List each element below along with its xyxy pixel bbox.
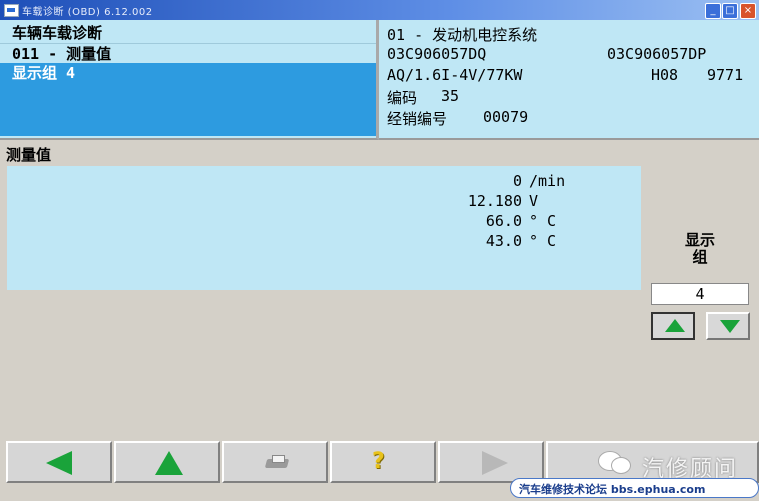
ecu-code-a: H08 — [651, 66, 679, 84]
value-rpm: 0 — [512, 172, 522, 190]
ecu-part-number-alt: 03C906057DP — [607, 45, 707, 63]
up-level-button[interactable] — [114, 441, 220, 483]
window-title: 车载诊断 (OBD) 6.12.002 — [22, 7, 153, 18]
unit-temp-1: ° C — [529, 212, 557, 230]
display-group-label-line1: 显示 — [684, 231, 715, 249]
dealer-label: 经销编号 — [387, 110, 448, 128]
coding-value: 35 — [441, 87, 460, 105]
section-title: 测量值 — [6, 146, 52, 164]
forum-watermark-text: 汽车维修技术论坛 bbs.ephua.com — [519, 483, 706, 496]
measured-values-panel: 0 /min 12.180 V 66.0 ° C 43.0 ° C — [7, 166, 641, 290]
nav-item-display-group[interactable]: 显示组 4 — [0, 63, 376, 136]
forward-button[interactable] — [438, 441, 544, 483]
unit-rpm: /min — [529, 172, 566, 190]
unit-voltage: V — [529, 192, 539, 210]
dealer-value: 00079 — [483, 108, 529, 126]
display-group-label-line2: 组 — [692, 248, 708, 266]
nav-item-measured-values[interactable]: 011 - 测量值 — [0, 43, 376, 63]
ecu-part-number: 03C906057DQ — [387, 45, 487, 63]
maximize-icon[interactable]: □ — [722, 3, 738, 19]
app-window: 车载诊断 (OBD) 6.12.002 _ □ × 车辆车载诊断 011 - 测… — [0, 0, 759, 501]
ecu-code-b: 9771 — [707, 66, 744, 84]
arrow-up-icon — [665, 319, 685, 332]
value-temp-1: 66.0 — [485, 212, 522, 230]
extra-button[interactable]: 汽修顾问 — [546, 441, 759, 483]
close-icon[interactable]: × — [740, 3, 756, 19]
wechat-logo-icon — [598, 447, 634, 477]
ecu-info-panel: 01 - 发动机电控系统 03C906057DQ 03C906057DP AQ/… — [379, 20, 759, 140]
help-icon: ? — [372, 449, 385, 474]
value-temp-2: 43.0 — [485, 232, 522, 250]
value-voltage: 12.180 — [467, 192, 522, 210]
back-button[interactable] — [6, 441, 112, 483]
arrow-down-icon — [720, 320, 740, 333]
minimize-icon[interactable]: _ — [705, 3, 721, 19]
print-button[interactable] — [222, 441, 328, 483]
display-group-input[interactable]: 4 — [651, 283, 749, 305]
bottom-toolbar: ? 汽修顾问 — [6, 441, 759, 483]
group-down-button[interactable] — [706, 312, 750, 340]
arrow-right-icon — [482, 451, 508, 475]
arrow-up-icon — [155, 451, 183, 475]
title-bar[interactable]: 车载诊断 (OBD) 6.12.002 _ □ × — [0, 0, 759, 20]
engine-spec: AQ/1.6I-4V/77KW — [387, 66, 523, 84]
forum-watermark: 汽车维修技术论坛 bbs.ephua.com — [510, 478, 759, 498]
coding-label: 编码 — [387, 89, 418, 107]
navigation-panel: 车辆车载诊断 011 - 测量值 显示组 4 — [0, 20, 379, 140]
app-icon — [4, 4, 19, 17]
arrow-left-icon — [46, 451, 72, 475]
group-up-button[interactable] — [651, 312, 695, 340]
ecu-system-name: 01 - 发动机电控系统 — [387, 26, 538, 44]
nav-item-vehicle-diagnosis[interactable]: 车辆车载诊断 — [0, 23, 376, 43]
section-header: 测量值 — [0, 140, 759, 166]
unit-temp-2: ° C — [529, 232, 557, 250]
help-button[interactable]: ? — [330, 441, 436, 483]
display-group-label: 显示 组 — [660, 232, 740, 266]
printer-icon — [266, 455, 288, 469]
